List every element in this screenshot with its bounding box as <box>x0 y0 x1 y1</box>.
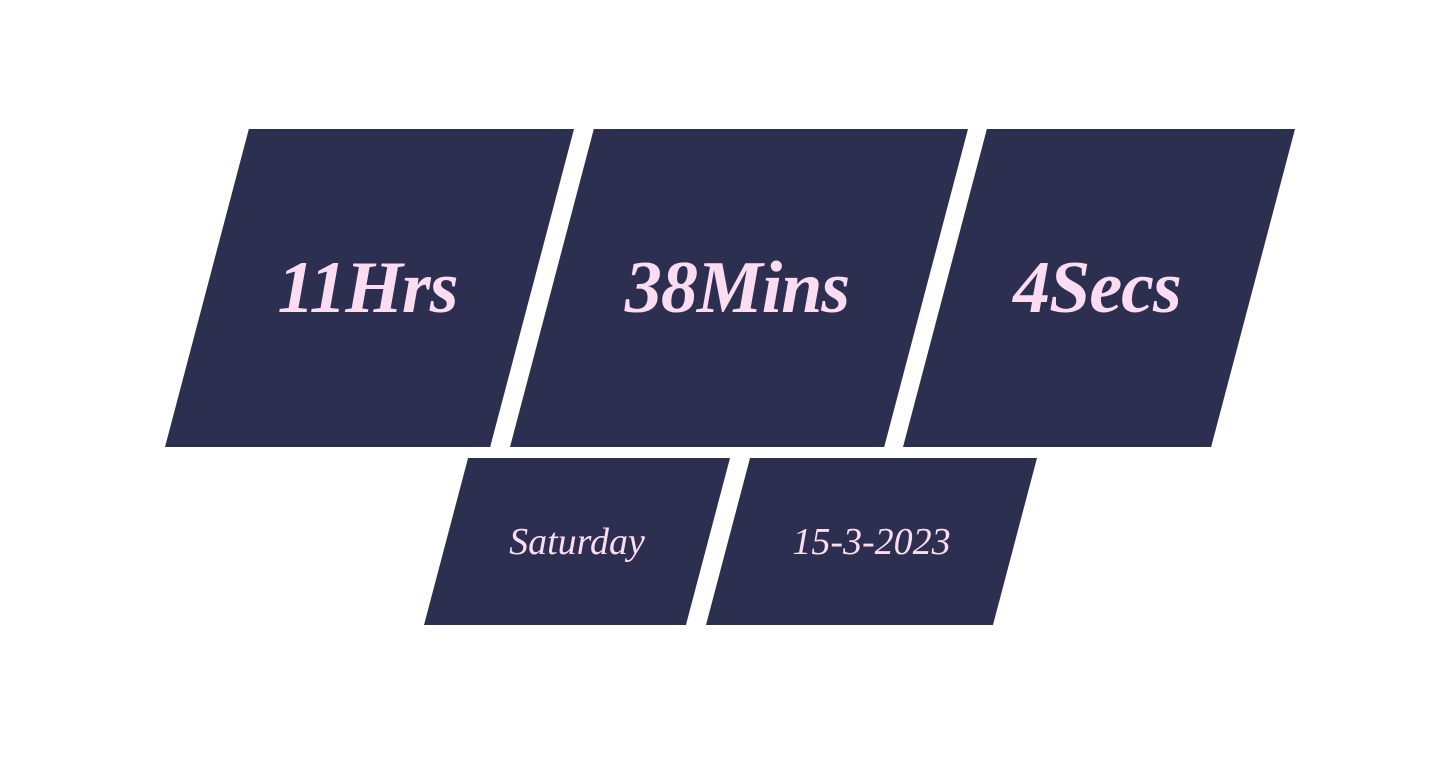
day-value: Saturday <box>509 520 645 563</box>
hours-value: 11Hrs <box>277 246 458 329</box>
minutes-panel: 38Mins <box>510 129 968 447</box>
seconds-panel: 4Secs <box>903 129 1295 447</box>
date-value: 15-3-2023 <box>792 520 951 563</box>
seconds-value: 4Secs <box>1013 246 1182 329</box>
date-panel: 15-3-2023 <box>706 458 1037 625</box>
clock-display: 11Hrs 38Mins 4Secs Saturday 15-3-2023 <box>0 0 1455 771</box>
minutes-value: 38Mins <box>624 246 850 329</box>
day-panel: Saturday <box>424 458 730 625</box>
hours-panel: 11Hrs <box>165 129 574 447</box>
